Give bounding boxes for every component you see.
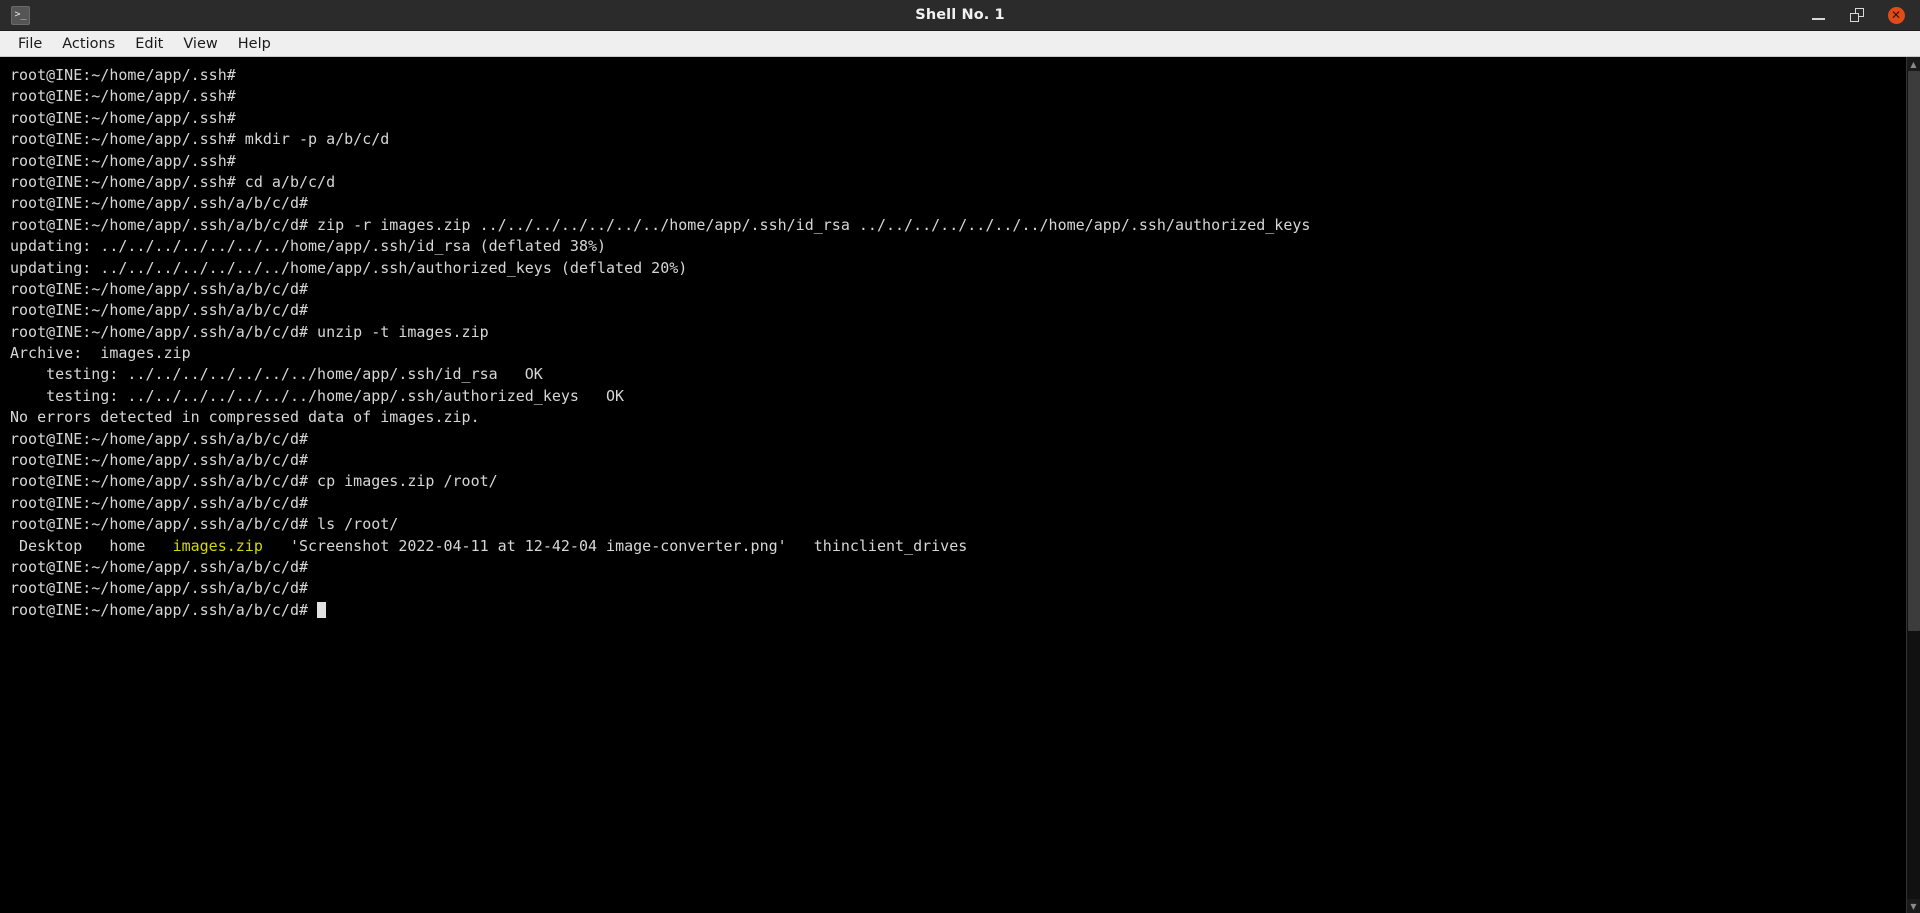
terminal-line: root@INE:~/home/app/.ssh# (10, 87, 236, 106)
menu-item-file[interactable]: File (8, 34, 52, 54)
terminal-line: root@INE:~/home/app/.ssh/a/b/c/d# cp ima… (10, 472, 498, 491)
maximize-icon (1850, 8, 1864, 22)
terminal-output[interactable]: root@INE:~/home/app/.ssh# root@INE:~/home… (0, 57, 1906, 913)
terminal-line: root@INE:~/home/app/.ssh# mkdir -p a/b/c… (10, 130, 390, 149)
terminal-line: No errors detected in compressed data of… (10, 408, 480, 427)
window-controls: ✕ (1807, 4, 1920, 26)
terminal-line: root@INE:~/home/app/.ssh/a/b/c/d# (10, 600, 1906, 621)
close-button[interactable]: ✕ (1885, 4, 1907, 26)
minimize-button[interactable] (1807, 4, 1829, 26)
terminal-line: root@INE:~/home/app/.ssh/a/b/c/d# (10, 194, 309, 213)
terminal-line: root@INE:~/home/app/.ssh/a/b/c/d# (10, 557, 309, 576)
terminal-line: root@INE:~/home/app/.ssh# (10, 66, 236, 84)
terminal-line: root@INE:~/home/app/.ssh/a/b/c/d# unzip … (10, 322, 489, 341)
terminal-line: root@INE:~/home/app/.ssh/a/b/c/d# zip -r… (10, 215, 1311, 234)
close-icon: ✕ (1887, 6, 1905, 24)
menu-item-help[interactable]: Help (228, 34, 281, 54)
ls-entry-images-zip: images.zip (172, 536, 263, 555)
menu-item-actions[interactable]: Actions (52, 34, 125, 54)
scroll-up-arrow-icon[interactable]: ▲ (1907, 57, 1920, 71)
terminal-line: testing: ../../../../../../../home/app/.… (10, 386, 625, 405)
terminal-line: root@INE:~/home/app/.ssh/a/b/c/d# (10, 451, 309, 470)
terminal-line: Archive: images.zip (10, 344, 191, 363)
terminal-line: updating: ../../../../../../../home/app/… (10, 258, 688, 277)
window-titlebar[interactable]: >_ Shell No. 1 ✕ (0, 0, 1920, 31)
terminal-line-ls-output: Desktop home images.zip 'Screenshot 2022… (10, 536, 1906, 557)
terminal-line: root@INE:~/home/app/.ssh/a/b/c/d# (10, 579, 309, 598)
terminal-line: root@INE:~/home/app/.ssh# (10, 151, 236, 170)
terminal-cursor (317, 601, 327, 618)
minimize-icon (1811, 18, 1825, 20)
terminal-line: root@INE:~/home/app/.ssh# (10, 108, 236, 127)
menu-item-edit[interactable]: Edit (125, 34, 173, 54)
maximize-button[interactable] (1846, 4, 1868, 26)
terminal-line: root@INE:~/home/app/.ssh/a/b/c/d# (10, 429, 309, 448)
ls-entries-plain: Desktop home (10, 536, 173, 555)
terminal-line: root@INE:~/home/app/.ssh/a/b/c/d# (10, 279, 309, 298)
terminal-line: root@INE:~/home/app/.ssh/a/b/c/d# ls /ro… (10, 515, 399, 534)
window-title: Shell No. 1 (915, 7, 1005, 23)
menu-item-view[interactable]: View (173, 34, 227, 54)
scrollbar-thumb[interactable] (1908, 71, 1920, 631)
terminal-line: root@INE:~/home/app/.ssh/a/b/c/d# (10, 301, 309, 320)
menu-bar: File Actions Edit View Help (0, 31, 1920, 57)
terminal-line: root@INE:~/home/app/.ssh# cd a/b/c/d (10, 172, 336, 191)
terminal-line: updating: ../../../../../../../home/app/… (10, 237, 607, 256)
terminal-scrollbar[interactable]: ▲ ▼ (1906, 57, 1920, 913)
terminal-line: testing: ../../../../../../../home/app/.… (10, 365, 543, 384)
ls-entries-plain-tail: 'Screenshot 2022-04-11 at 12-42-04 image… (262, 536, 968, 555)
terminal-line: root@INE:~/home/app/.ssh/a/b/c/d# (10, 493, 309, 512)
terminal-area[interactable]: root@INE:~/home/app/.ssh# root@INE:~/home… (0, 57, 1920, 913)
scroll-down-arrow-icon[interactable]: ▼ (1907, 899, 1920, 913)
